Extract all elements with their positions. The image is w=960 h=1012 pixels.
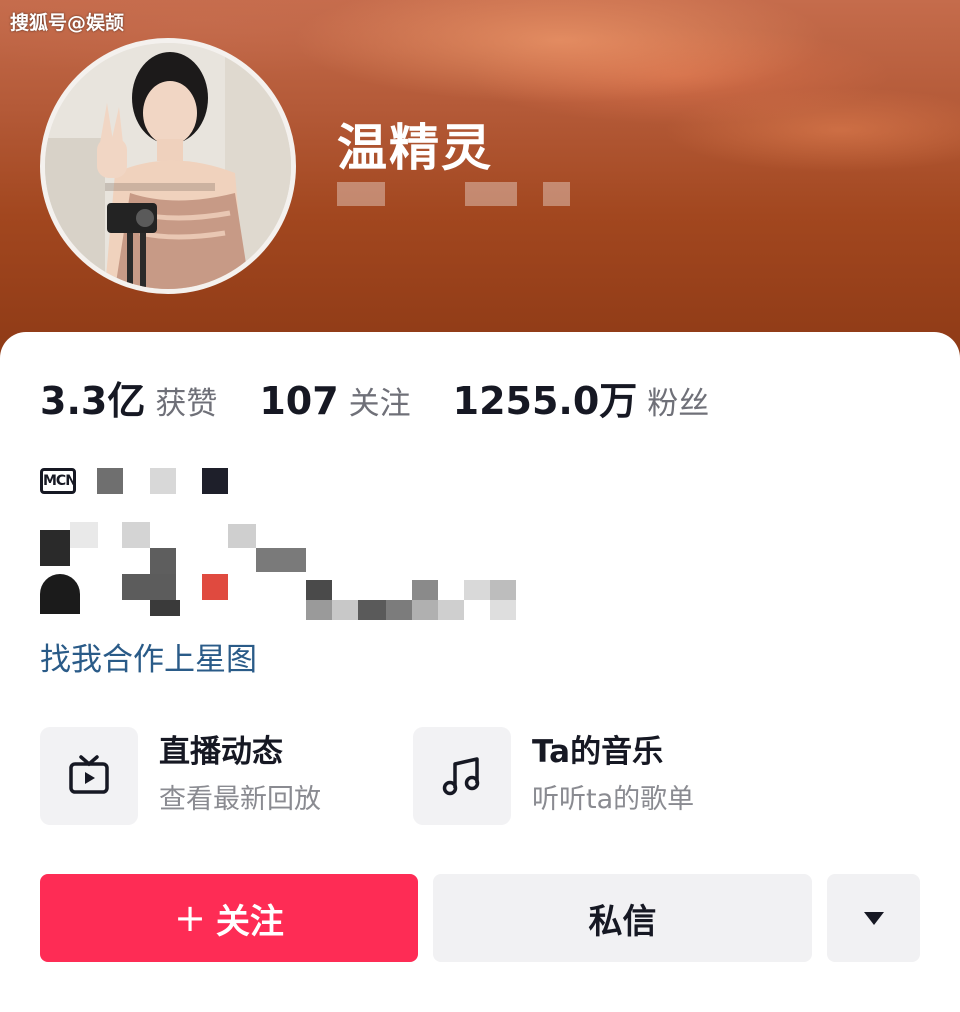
followers-count[interactable]: 1255.0万 [453,370,638,425]
following-count[interactable]: 107 [259,379,338,423]
redacted-id [337,182,385,206]
follow-button[interactable]: + 关注 [40,874,418,962]
more-options-button[interactable] [827,874,920,962]
feature-title: Ta的音乐 [532,734,664,770]
live-activity-entry[interactable]: 直播动态 查看最新回放 [40,726,321,826]
profile-name: 温精灵 [337,119,493,177]
avatar[interactable] [40,38,296,294]
stats-row: 3.3亿 获赞 107 关注 1255.0万 粉丝 [40,370,709,425]
avatar-photo [45,43,291,289]
feature-subtitle: 听听ta的歌单 [532,784,695,815]
message-button[interactable]: 私信 [433,874,812,962]
tv-icon [40,727,138,825]
music-note-icon [413,727,511,825]
followers-label[interactable]: 粉丝 [647,378,709,423]
likes-label: 获赞 [155,386,218,422]
feature-title: 直播动态 [159,734,283,770]
triangle-down-icon [863,912,884,925]
watermark: 搜狐号@娱颉 [10,12,125,34]
message-label: 私信 [588,901,657,942]
feature-subtitle: 查看最新回放 [159,784,321,815]
likes-count: 3.3亿 [40,379,146,423]
following-label[interactable]: 关注 [349,378,411,423]
music-entry[interactable]: Ta的音乐 听听ta的歌单 [413,726,694,826]
redacted-id [543,182,570,206]
xingtu-cooperation-link[interactable]: 找我合作上星图 [40,634,257,679]
follow-label: 关注 [215,901,284,942]
plus-icon: + [174,896,206,940]
redacted-id [465,182,517,206]
mcn-badge: MCN [40,468,77,494]
